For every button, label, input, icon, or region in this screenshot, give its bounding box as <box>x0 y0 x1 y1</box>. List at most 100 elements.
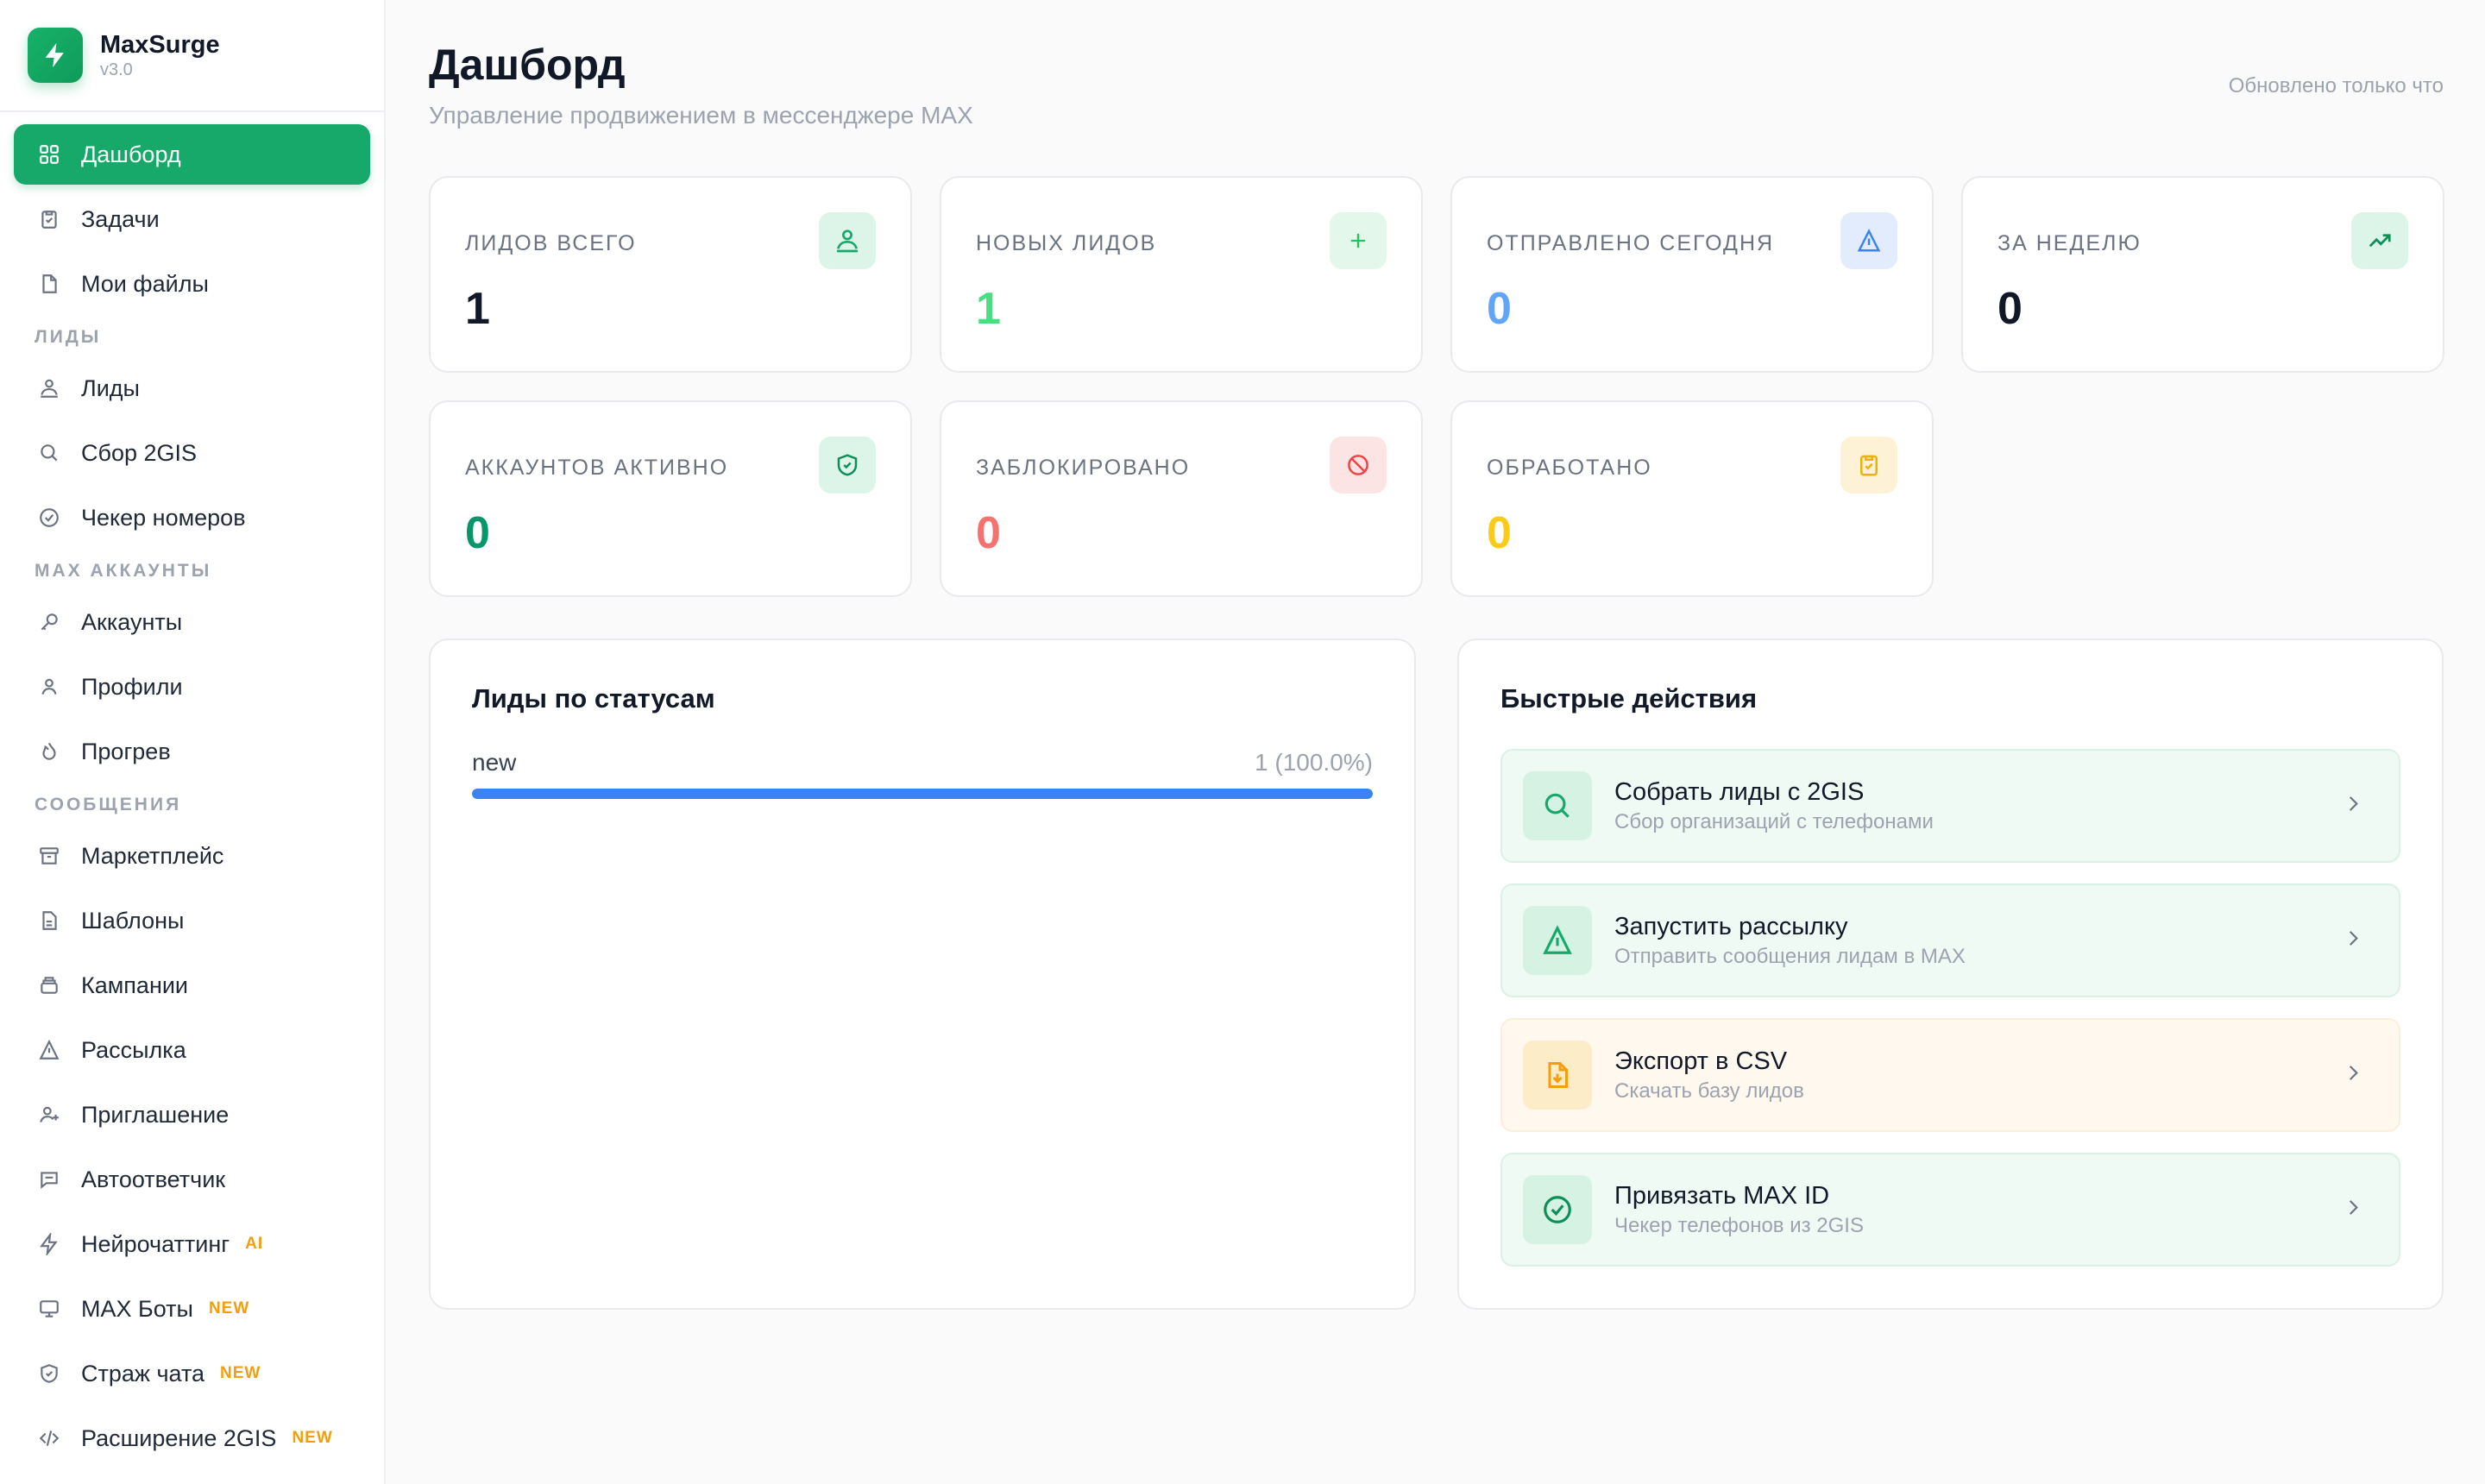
sidebar-item-2gis-extension[interactable]: Расширение 2GIS NEW <box>14 1408 370 1468</box>
stat-card-week: ЗА НЕДЕЛЮ 0 <box>1961 176 2444 373</box>
file-download-icon <box>1523 1041 1592 1110</box>
sidebar-item-autoresponder[interactable]: Автоответчик <box>14 1149 370 1210</box>
sidebar-item-marketplace[interactable]: Маркетплейс <box>14 826 370 886</box>
sidebar-item-label: Прогрев <box>81 738 171 764</box>
sidebar-item-chat-guard[interactable]: Страж чата NEW <box>14 1343 370 1404</box>
sidebar-item-label: Профили <box>81 673 183 700</box>
send-icon <box>1523 906 1592 975</box>
sidebar-item-tasks[interactable]: Задачи <box>14 189 370 249</box>
stat-card-sent-today: ОТПРАВЛЕНО СЕГОДНЯ 0 <box>1450 176 1934 373</box>
sidebar-item-neurochat[interactable]: Нейрочаттинг AI <box>14 1214 370 1274</box>
action-collect-2gis[interactable]: Собрать лиды с 2GIS Сбор организаций с т… <box>1500 749 2400 863</box>
action-subtitle: Чекер телефонов из 2GIS <box>1614 1214 1864 1237</box>
shield-check-icon <box>819 437 876 494</box>
new-badge: NEW <box>220 1364 261 1382</box>
stat-card-blocked: ЗАБЛОКИРОВАНО 0 <box>940 400 1423 597</box>
sidebar-item-label: Рассылка <box>81 1036 186 1063</box>
status-progress-fill <box>472 789 1373 799</box>
panel-title: Быстрые действия <box>1500 683 1758 714</box>
sidebar-item-leads[interactable]: Лиды <box>14 358 370 418</box>
search-icon <box>36 440 62 466</box>
sidebar-item-label: Сбор 2GIS <box>81 439 198 466</box>
sidebar-item-label: Автоответчик <box>81 1166 226 1192</box>
users-icon <box>819 212 876 269</box>
check-circle-icon <box>1523 1175 1592 1244</box>
archive-icon <box>36 843 62 869</box>
grid-icon <box>36 141 62 167</box>
send-icon <box>1840 212 1897 269</box>
stat-card-processed: ОБРАБОТАНО 0 <box>1450 400 1934 597</box>
bolt-logo-icon <box>28 28 83 83</box>
action-subtitle: Скачать базу лидов <box>1614 1079 1804 1103</box>
chevron-right-icon <box>2342 1062 2364 1089</box>
sidebar-item-accounts[interactable]: Аккаунты <box>14 592 370 652</box>
users-icon <box>36 375 62 401</box>
trending-up-icon <box>2351 212 2408 269</box>
sidebar-item-label: Расширение 2GIS <box>81 1424 277 1451</box>
sidebar-item-dashboard[interactable]: Дашборд <box>14 124 370 185</box>
action-subtitle: Сбор организаций с телефонами <box>1614 810 1934 833</box>
plus-icon <box>1330 212 1387 269</box>
sidebar-item-my-files[interactable]: Мои файлы <box>14 254 370 314</box>
sidebar-item-mailing[interactable]: Рассылка <box>14 1020 370 1080</box>
stat-label: АККАУНТОВ АКТИВНО <box>465 456 729 480</box>
brand-name: MaxSurge <box>100 31 220 59</box>
sidebar-item-label: Лиды <box>81 374 140 401</box>
sidebar-item-2gis-collect[interactable]: Сбор 2GIS <box>14 423 370 483</box>
stat-value: 0 <box>1487 508 1512 558</box>
stat-card-active-accounts: АККАУНТОВ АКТИВНО 0 <box>429 400 912 597</box>
stat-value: 1 <box>976 284 1001 334</box>
updated-status: Обновлено только что <box>2228 74 2444 97</box>
chevron-right-icon <box>2342 1197 2364 1223</box>
key-icon <box>36 609 62 635</box>
stat-value: 0 <box>465 508 490 558</box>
sidebar-item-label: Шаблоны <box>81 907 185 934</box>
stat-label: ОТПРАВЛЕНО СЕГОДНЯ <box>1487 231 1775 255</box>
status-name: new <box>472 749 517 776</box>
sidebar-item-invite[interactable]: Приглашение <box>14 1085 370 1145</box>
sidebar-item-label: Маркетплейс <box>81 842 224 869</box>
flame-icon <box>36 739 62 764</box>
code-icon <box>36 1425 62 1451</box>
action-link-max-id[interactable]: Привязать MAX ID Чекер телефонов из 2GIS <box>1500 1153 2400 1267</box>
sidebar-item-label: Страж чата <box>81 1360 205 1387</box>
clipboard-check-icon <box>1840 437 1897 494</box>
panel-title: Лиды по статусам <box>472 683 715 714</box>
sidebar-item-profiles[interactable]: Профили <box>14 657 370 717</box>
sidebar-item-number-checker[interactable]: Чекер номеров <box>14 487 370 548</box>
stat-value: 0 <box>1487 284 1512 334</box>
stat-value: 0 <box>1997 284 2023 334</box>
monitor-icon <box>36 1296 62 1322</box>
page-title: Дашборд <box>429 41 626 89</box>
sidebar-item-label: Аккаунты <box>81 608 183 635</box>
shield-icon <box>36 1361 62 1387</box>
search-icon <box>1523 771 1592 840</box>
leads-by-status-panel: Лиды по статусам new 1 (100.0%) <box>429 638 1416 1310</box>
sidebar-item-warmup[interactable]: Прогрев <box>14 721 370 782</box>
action-subtitle: Отправить сообщения лидам в MAX <box>1614 945 1966 968</box>
sidebar-nav: Дашборд Задачи Мои файлы ЛИДЫ Лиды Сбор <box>0 112 384 1468</box>
stat-label: ОБРАБОТАНО <box>1487 456 1652 480</box>
action-title: Привязать MAX ID <box>1614 1182 1830 1210</box>
page-subtitle: Управление продвижением в мессенджере MA… <box>429 102 973 129</box>
send-icon <box>36 1037 62 1063</box>
action-title: Собрать лиды с 2GIS <box>1614 778 1865 806</box>
main-content: Дашборд Управление продвижением в мессен… <box>387 0 2485 1484</box>
bolt-icon <box>36 1231 62 1257</box>
stat-label: ЛИДОВ ВСЕГО <box>465 231 637 255</box>
file-text-icon <box>36 908 62 934</box>
nav-section-max-accounts: MAX АККАУНТЫ <box>35 561 212 581</box>
sidebar-item-label: Приглашение <box>81 1101 230 1128</box>
status-count: 1 (100.0%) <box>1255 749 1373 776</box>
sidebar-item-label: Нейрочаттинг <box>81 1230 230 1257</box>
brand[interactable]: MaxSurge v3.0 <box>0 0 384 112</box>
nav-section-messages: СООБЩЕНИЯ <box>35 795 182 814</box>
action-start-mailing[interactable]: Запустить рассылку Отправить сообщения л… <box>1500 883 2400 997</box>
sidebar-item-campaigns[interactable]: Кампании <box>14 955 370 1016</box>
action-export-csv[interactable]: Экспорт в CSV Скачать базу лидов <box>1500 1018 2400 1132</box>
sidebar-item-label: Мои файлы <box>81 270 209 297</box>
quick-actions-panel: Быстрые действия Собрать лиды с 2GIS Сбо… <box>1457 638 2444 1310</box>
new-badge: NEW <box>208 1299 250 1317</box>
sidebar-item-templates[interactable]: Шаблоны <box>14 890 370 951</box>
sidebar-item-max-bots[interactable]: MAX Боты NEW <box>14 1279 370 1339</box>
